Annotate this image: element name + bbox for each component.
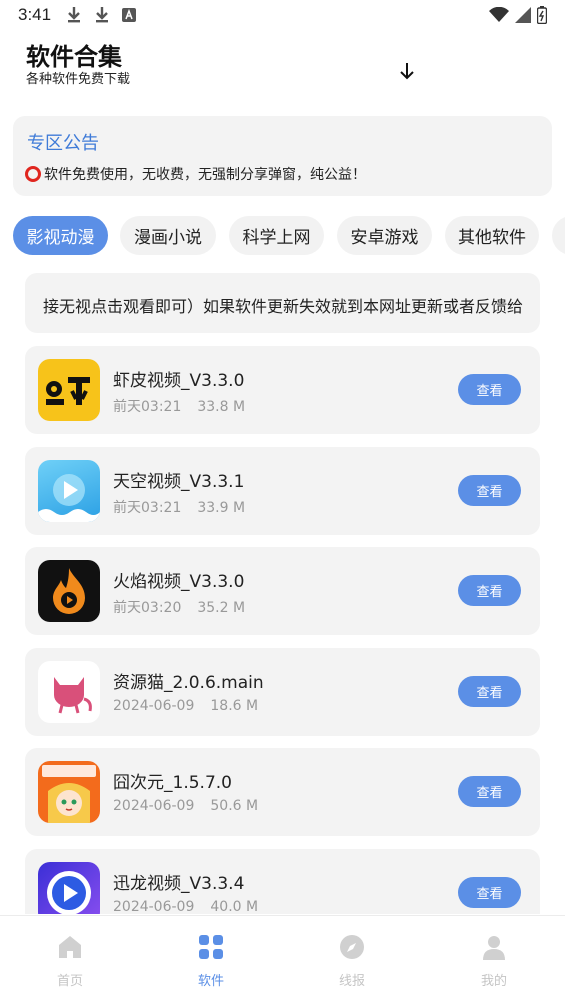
app-size: 35.2 M [197,600,246,616]
app-meta: 2024-06-09 18.6 M [113,698,258,714]
view-button[interactable]: 查看 [458,877,521,908]
blue-play-icon [38,862,100,914]
app-date: 2024-06-09 [113,698,195,714]
shrimp-icon [38,359,100,421]
announcement-title: 专区公告 [27,133,99,154]
red-circle-icon [25,166,41,182]
announcement-text: 软件免费使用，无收费，无强制分享弹窗，纯公益！ [44,167,366,183]
user-icon [483,936,505,960]
status-bar: 3:41 [0,0,565,32]
app-card[interactable]: 天空视频_V3.3.1 前天03:21 33.9 M 查看 [25,447,540,535]
tab-android-games[interactable]: 安卓游戏 [337,216,432,255]
download-arrow-icon[interactable] [396,60,418,82]
wifi-icon [489,7,509,22]
flame-icon [38,560,100,622]
app-date: 前天03:21 [113,399,182,415]
cat-icon [38,661,100,723]
page-header: 软件合集 各种软件免费下载 [26,42,546,98]
app-size: 50.6 M [210,798,259,814]
category-tabs: 影视动漫 漫画小说 科学上网 安卓游戏 其他软件 [13,216,565,256]
bottom-navigation: 首页 软件 线报 我的 [0,915,565,1004]
nav-software[interactable]: 软件 [171,934,251,989]
app-meta: 2024-06-09 40.0 M [113,899,258,914]
tab-vpn[interactable]: 科学上网 [229,216,324,255]
app-card[interactable]: 资源猫_2.0.6.main 2024-06-09 18.6 M 查看 [25,648,540,736]
battery-icon [537,6,547,24]
app-name: 资源猫_2.0.6.main [113,673,264,693]
app-name: 虾皮视频_V3.3.0 [113,371,245,391]
app-meta: 前天03:21 33.9 M [113,497,245,517]
app-meta: 2024-06-09 50.6 M [113,798,258,814]
app-meta: 前天03:20 35.2 M [113,597,245,617]
app-size: 33.8 M [197,399,246,415]
download-notification-icon [68,7,80,23]
page-title: 软件合集 [26,43,122,71]
tab-film-anime[interactable]: 影视动漫 [13,216,108,255]
nav-deals-label: 线报 [338,974,365,989]
app-card[interactable]: 迅龙视频_V3.3.4 2024-06-09 40.0 M 查看 [25,849,540,914]
app-size: 33.9 M [197,500,246,516]
view-button[interactable]: 查看 [458,575,521,606]
app-notification-icon [122,8,136,22]
home-icon [59,936,81,958]
grid-icon [199,935,223,959]
app-name: 天空视频_V3.3.1 [113,472,245,492]
nav-software-label: 软件 [197,974,224,989]
app-name: 迅龙视频_V3.3.4 [113,874,245,894]
app-list: 虾皮视频_V3.3.0 前天03:21 33.8 M 查看 天空视频_V3.3.1… [25,346,540,914]
app-name: 火焰视频_V3.3.0 [113,572,245,592]
signal-icon [515,7,531,23]
scrolling-notice: 接无视点击观看即可）如果软件更新失效就到本网址更新或者反馈给 [25,273,540,333]
nav-deals[interactable]: 线报 [312,934,392,989]
announcement-text-row: 软件免费使用，无收费，无强制分享弹窗，纯公益！ [25,164,366,184]
nav-profile-label: 我的 [480,974,507,989]
tab-other-software[interactable]: 其他软件 [445,216,539,255]
sky-play-icon [38,460,100,522]
view-button[interactable]: 查看 [458,776,521,807]
scrolling-notice-text: 接无视点击观看即可）如果软件更新失效就到本网址更新或者反馈给 [43,297,523,316]
view-button[interactable]: 查看 [458,676,521,707]
view-button[interactable]: 查看 [458,475,521,506]
app-card[interactable]: 囧次元_1.5.7.0 2024-06-09 50.6 M 查看 [25,748,540,836]
app-card[interactable]: 虾皮视频_V3.3.0 前天03:21 33.8 M 查看 [25,346,540,434]
compass-icon [340,935,364,959]
nav-profile[interactable]: 我的 [454,934,534,989]
tab-overflow[interactable] [552,216,565,255]
app-date: 2024-06-09 [113,798,195,814]
view-button[interactable]: 查看 [458,374,521,405]
app-card[interactable]: 火焰视频_V3.3.0 前天03:20 35.2 M 查看 [25,547,540,635]
announcement-card: 专区公告 软件免费使用，无收费，无强制分享弹窗，纯公益！ [13,116,552,196]
app-size: 40.0 M [210,899,259,914]
app-meta: 前天03:21 33.8 M [113,396,245,416]
nav-home[interactable]: 首页 [30,934,110,989]
status-time: 3:41 [18,5,52,24]
app-date: 前天03:21 [113,500,182,516]
download-notification-icon [96,7,108,23]
app-name: 囧次元_1.5.7.0 [113,773,232,793]
tab-comics-novels[interactable]: 漫画小说 [120,216,216,255]
app-size: 18.6 M [210,698,259,714]
page-subtitle: 各种软件免费下载 [26,72,131,87]
nav-home-label: 首页 [56,974,83,989]
app-date: 2024-06-09 [113,899,195,914]
anime-girl-icon [38,761,100,823]
app-date: 前天03:20 [113,600,182,616]
